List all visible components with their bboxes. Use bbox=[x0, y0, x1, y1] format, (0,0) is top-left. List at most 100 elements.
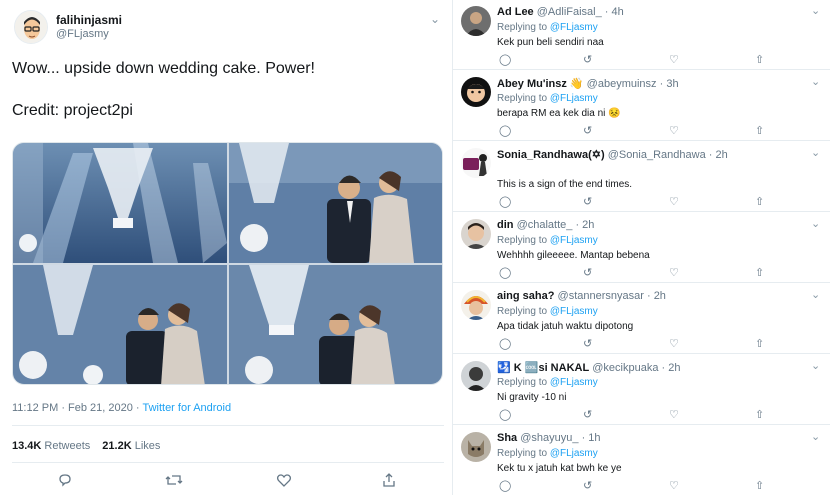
reply-text: berapa RM ea kek dia ni 😣 bbox=[497, 108, 621, 119]
reply-author-handle[interactable]: @kecikpuaka bbox=[592, 362, 658, 374]
photo-grid[interactable] bbox=[12, 142, 443, 385]
replying-to-handle[interactable]: @FLjasmy bbox=[550, 22, 598, 33]
reply-item[interactable]: Sha @shayuyu_ · 1h ⌄ Replying to @FLjasm… bbox=[453, 426, 830, 495]
retweet-icon[interactable]: ↺ bbox=[583, 479, 592, 492]
chevron-down-icon[interactable]: ⌄ bbox=[811, 217, 820, 230]
reply-author-handle[interactable]: @AdliFaisal_ bbox=[537, 6, 602, 18]
share-icon[interactable] bbox=[381, 472, 397, 491]
share-icon[interactable]: ⇧ bbox=[755, 479, 764, 492]
retweet-icon[interactable]: ↺ bbox=[583, 337, 592, 350]
reply-author-name[interactable]: aing saha? bbox=[497, 290, 554, 302]
share-icon[interactable]: ⇧ bbox=[755, 195, 764, 208]
replying-to-handle[interactable]: @FLjasmy bbox=[550, 377, 598, 388]
chevron-down-icon[interactable]: ⌄ bbox=[811, 146, 820, 159]
retweet-icon[interactable]: ↺ bbox=[583, 124, 592, 137]
reply-item[interactable]: Sonia_Randhawa(✡) @Sonia_Randhawa · 2h ⌄… bbox=[453, 142, 830, 212]
share-icon[interactable]: ⇧ bbox=[755, 408, 764, 421]
reply-author-handle[interactable]: @abeymuinsz bbox=[587, 78, 657, 90]
reply-time[interactable]: · 2h bbox=[709, 149, 728, 161]
share-icon[interactable]: ⇧ bbox=[755, 53, 764, 66]
like-icon[interactable]: ♡ bbox=[669, 479, 679, 492]
reply-item[interactable]: 🛂 K 🆒si NAKAL @kecikpuaka · 2h ⌄ Replyin… bbox=[453, 355, 830, 425]
replying-to-handle[interactable]: @FLjasmy bbox=[550, 448, 598, 459]
like-icon[interactable]: ♡ bbox=[669, 195, 679, 208]
reply-time[interactable]: · 3h bbox=[660, 78, 679, 90]
reply-actions: ◯ ↺ ♡ ⇧ bbox=[453, 195, 830, 209]
reply-item[interactable]: aing saha? @stannersnyasar · 2h ⌄ Replyi… bbox=[453, 284, 830, 354]
reply-author-handle[interactable]: @stannersnyasar bbox=[558, 290, 644, 302]
like-icon[interactable]: ♡ bbox=[669, 124, 679, 137]
reply-author-name[interactable]: 🛂 K 🆒si NAKAL bbox=[497, 362, 589, 374]
avatar[interactable] bbox=[461, 290, 491, 320]
reply-icon[interactable]: ◯ bbox=[499, 195, 511, 208]
reply-header: Sha @shayuyu_ · 1h bbox=[497, 432, 601, 444]
reply-icon[interactable]: ◯ bbox=[499, 408, 511, 421]
replying-to-handle[interactable]: @FLjasmy bbox=[550, 93, 598, 104]
avatar[interactable] bbox=[461, 77, 491, 107]
reply-item[interactable]: Ad Lee @AdliFaisal_ · 4h ⌄ Replying to @… bbox=[453, 0, 830, 70]
reply-header: aing saha? @stannersnyasar · 2h bbox=[497, 290, 666, 302]
retweet-icon[interactable]: ↺ bbox=[583, 195, 592, 208]
chevron-down-icon[interactable]: ⌄ bbox=[811, 75, 820, 88]
reply-time[interactable]: · 1h bbox=[582, 432, 601, 444]
reply-time[interactable]: · 4h bbox=[605, 6, 624, 18]
chevron-down-icon[interactable]: ⌄ bbox=[430, 12, 440, 26]
tweet-stats: 13.4K Retweets 21.2K Likes bbox=[12, 440, 160, 452]
retweet-icon[interactable]: ↺ bbox=[583, 408, 592, 421]
reply-author-handle[interactable]: @chalatte_ bbox=[517, 219, 573, 231]
retweet-icon[interactable]: ↺ bbox=[583, 266, 592, 279]
retweet-icon[interactable] bbox=[165, 472, 183, 491]
like-icon[interactable]: ♡ bbox=[669, 266, 679, 279]
author-handle[interactable]: @FLjasmy bbox=[56, 28, 109, 40]
replying-to-handle[interactable]: @FLjasmy bbox=[550, 235, 598, 246]
reply-icon[interactable]: ◯ bbox=[499, 479, 511, 492]
like-icon[interactable]: ♡ bbox=[669, 53, 679, 66]
like-icon[interactable]: ♡ bbox=[669, 337, 679, 350]
share-icon[interactable]: ⇧ bbox=[755, 124, 764, 137]
reply-author-name[interactable]: Sha bbox=[497, 432, 517, 444]
tweet-meta: 11:12 PM · Feb 21, 2020 · Twitter for An… bbox=[12, 402, 231, 414]
retweets-stat[interactable]: 13.4K Retweets bbox=[12, 440, 90, 452]
reply-icon[interactable]: ◯ bbox=[499, 53, 511, 66]
reply-time[interactable]: · 2h bbox=[575, 219, 594, 231]
reply-time[interactable]: · 2h bbox=[662, 362, 681, 374]
avatar[interactable] bbox=[461, 6, 491, 36]
avatar[interactable] bbox=[461, 432, 491, 462]
replying-to-handle[interactable]: @FLjasmy bbox=[550, 306, 598, 317]
photo-2[interactable] bbox=[229, 143, 442, 263]
like-icon[interactable] bbox=[276, 472, 292, 491]
reply-time[interactable]: · 2h bbox=[647, 290, 666, 302]
photo-1[interactable] bbox=[13, 143, 227, 263]
avatar[interactable] bbox=[461, 361, 491, 391]
reply-icon[interactable] bbox=[57, 472, 73, 491]
avatar[interactable] bbox=[461, 148, 491, 178]
reply-icon[interactable]: ◯ bbox=[499, 124, 511, 137]
photo-4[interactable] bbox=[229, 265, 442, 384]
reply-author-name[interactable]: Ad Lee bbox=[497, 6, 534, 18]
reply-item[interactable]: Abey Mu'insz 👋 @abeymuinsz · 3h ⌄ Replyi… bbox=[453, 71, 830, 141]
avatar[interactable] bbox=[14, 10, 48, 44]
like-icon[interactable]: ♡ bbox=[669, 408, 679, 421]
reply-icon[interactable]: ◯ bbox=[499, 266, 511, 279]
timestamp[interactable]: 11:12 PM · Feb 21, 2020 · bbox=[12, 402, 142, 414]
likes-stat[interactable]: 21.2K Likes bbox=[102, 440, 160, 452]
share-icon[interactable]: ⇧ bbox=[755, 266, 764, 279]
share-icon[interactable]: ⇧ bbox=[755, 337, 764, 350]
chevron-down-icon[interactable]: ⌄ bbox=[811, 4, 820, 17]
reply-author-name[interactable]: Sonia_Randhawa(✡) bbox=[497, 149, 605, 161]
reply-item[interactable]: din @chalatte_ · 2h ⌄ Replying to @FLjas… bbox=[453, 213, 830, 283]
retweet-icon[interactable]: ↺ bbox=[583, 53, 592, 66]
chevron-down-icon[interactable]: ⌄ bbox=[811, 288, 820, 301]
replying-to: Replying to @FLjasmy bbox=[497, 448, 598, 459]
photo-3[interactable] bbox=[13, 265, 227, 384]
reply-author-handle[interactable]: @shayuyu_ bbox=[520, 432, 578, 444]
reply-author-handle[interactable]: @Sonia_Randhawa bbox=[608, 149, 706, 161]
avatar[interactable] bbox=[461, 219, 491, 249]
source-link[interactable]: Twitter for Android bbox=[142, 402, 231, 414]
author-name[interactable]: falihinjasmi bbox=[56, 13, 122, 27]
chevron-down-icon[interactable]: ⌄ bbox=[811, 430, 820, 443]
reply-author-name[interactable]: din bbox=[497, 219, 514, 231]
reply-icon[interactable]: ◯ bbox=[499, 337, 511, 350]
reply-author-name[interactable]: Abey Mu'insz 👋 bbox=[497, 78, 584, 90]
chevron-down-icon[interactable]: ⌄ bbox=[811, 359, 820, 372]
